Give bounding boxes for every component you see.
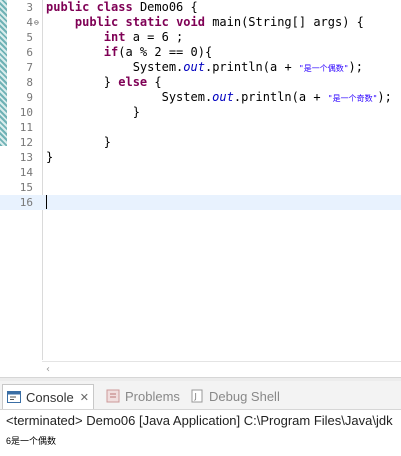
code-line[interactable]: 13}: [0, 150, 401, 165]
line-number: 9: [26, 91, 33, 104]
problems-icon: [106, 389, 120, 403]
tab-debug-shell-label: Debug Shell: [209, 388, 280, 404]
code-token: void: [176, 15, 213, 29]
code-text: int a = 6 ;: [46, 30, 183, 45]
code-token: public: [46, 0, 97, 14]
code-token: }: [46, 75, 119, 89]
line-number: 11: [19, 121, 33, 134]
code-text: System.out.println(a + "是一个奇数");: [46, 90, 392, 106]
code-token: "是一个奇数": [327, 94, 378, 103]
code-line[interactable]: 6 if(a % 2 == 0){: [0, 45, 401, 60]
line-number: 3: [26, 1, 33, 14]
code-token: }: [46, 150, 54, 164]
code-token: .println(a +: [233, 90, 328, 104]
code-text: }: [46, 135, 111, 150]
code-token: "是一个偶数": [298, 64, 349, 73]
tab-problems-label: Problems: [125, 388, 180, 404]
line-number: 6: [26, 46, 33, 59]
code-token: System.: [46, 60, 184, 74]
code-token: }: [46, 105, 140, 119]
debug-shell-icon: J: [191, 389, 203, 403]
code-token: System.: [46, 90, 213, 104]
code-token: Demo06 {: [139, 0, 198, 14]
scroll-left-arrow-icon[interactable]: ‹: [46, 362, 50, 377]
code-text: }: [46, 105, 140, 120]
line-number: 15: [19, 181, 33, 194]
fold-toggle-icon[interactable]: ⊖: [34, 18, 43, 27]
line-number: 10: [19, 106, 33, 119]
code-token: if: [103, 45, 119, 59]
code-text: System.out.println(a + "是一个偶数");: [46, 60, 363, 76]
line-number: 12: [19, 136, 33, 149]
tab-console-label: Console: [26, 389, 74, 405]
code-token: a = 6 ;: [132, 30, 184, 44]
code-token: );: [377, 90, 392, 104]
code-line[interactable]: 14: [0, 165, 401, 180]
code-line[interactable]: 8 } else {: [0, 75, 401, 90]
code-line[interactable]: 11: [0, 120, 401, 135]
code-token: class: [96, 0, 140, 14]
code-text: }: [46, 150, 53, 165]
code-line[interactable]: 4 ⊖ public static void main(String[] args…: [0, 15, 401, 30]
code-line[interactable]: 10 }: [0, 105, 401, 120]
line-number: 7: [26, 61, 33, 74]
code-line[interactable]: 7 System.out.println(a + "是一个偶数");: [0, 60, 401, 75]
line-number: 13: [19, 151, 33, 164]
code-token: main(String[] args) {: [212, 15, 364, 29]
code-token: public: [74, 15, 126, 29]
code-line[interactable]: 9 System.out.println(a + "是一个奇数");: [0, 90, 401, 105]
code-token: int: [103, 30, 133, 44]
code-line[interactable]: 3 public class Demo06 {: [0, 0, 401, 15]
tab-debug-shell[interactable]: J Debug Shell: [190, 384, 280, 408]
code-text: public static void main(String[] args) {: [46, 15, 364, 30]
tab-problems[interactable]: Problems: [106, 384, 180, 408]
code-token: .println(a +: [204, 60, 299, 74]
code-text: } else {: [46, 75, 162, 90]
code-line[interactable]: 12 }: [0, 135, 401, 150]
line-number: 5: [26, 31, 33, 44]
code-token: out: [212, 90, 234, 104]
console-icon: [7, 391, 21, 403]
code-token: else: [118, 75, 155, 89]
code-text: public class Demo06 {: [46, 0, 198, 15]
svg-text:J: J: [194, 392, 197, 401]
text-caret: [46, 195, 47, 209]
code-editor[interactable]: 3 public class Demo06 {4 ⊖ public static v…: [0, 0, 401, 378]
code-token: static: [125, 15, 177, 29]
console-output-area[interactable]: <terminated> Demo06 [Java Application] C…: [0, 410, 401, 456]
code-token: (a % 2 == 0){: [118, 45, 213, 59]
code-token: }: [46, 135, 112, 149]
line-number: 4: [26, 16, 33, 29]
tab-console[interactable]: Console ✕: [2, 384, 94, 409]
console-status-line: <terminated> Demo06 [Java Application] C…: [6, 413, 393, 428]
code-line[interactable]: 15: [0, 180, 401, 195]
line-number: 16: [19, 196, 33, 209]
code-token: {: [154, 75, 162, 89]
bottom-panel-tabs: Console ✕ Problems J Debug Shell: [0, 381, 401, 410]
code-text: if(a % 2 == 0){: [46, 45, 212, 60]
code-line[interactable]: 16: [0, 195, 401, 210]
line-number: 14: [19, 166, 33, 179]
code-token: );: [348, 60, 363, 74]
console-output-line: 6是一个偶数: [6, 436, 57, 446]
code-line[interactable]: 5 int a = 6 ;: [0, 30, 401, 45]
close-icon[interactable]: ✕: [80, 391, 89, 404]
horizontal-scrollbar[interactable]: ‹: [42, 361, 401, 377]
line-number: 8: [26, 76, 33, 89]
code-token: out: [183, 60, 205, 74]
